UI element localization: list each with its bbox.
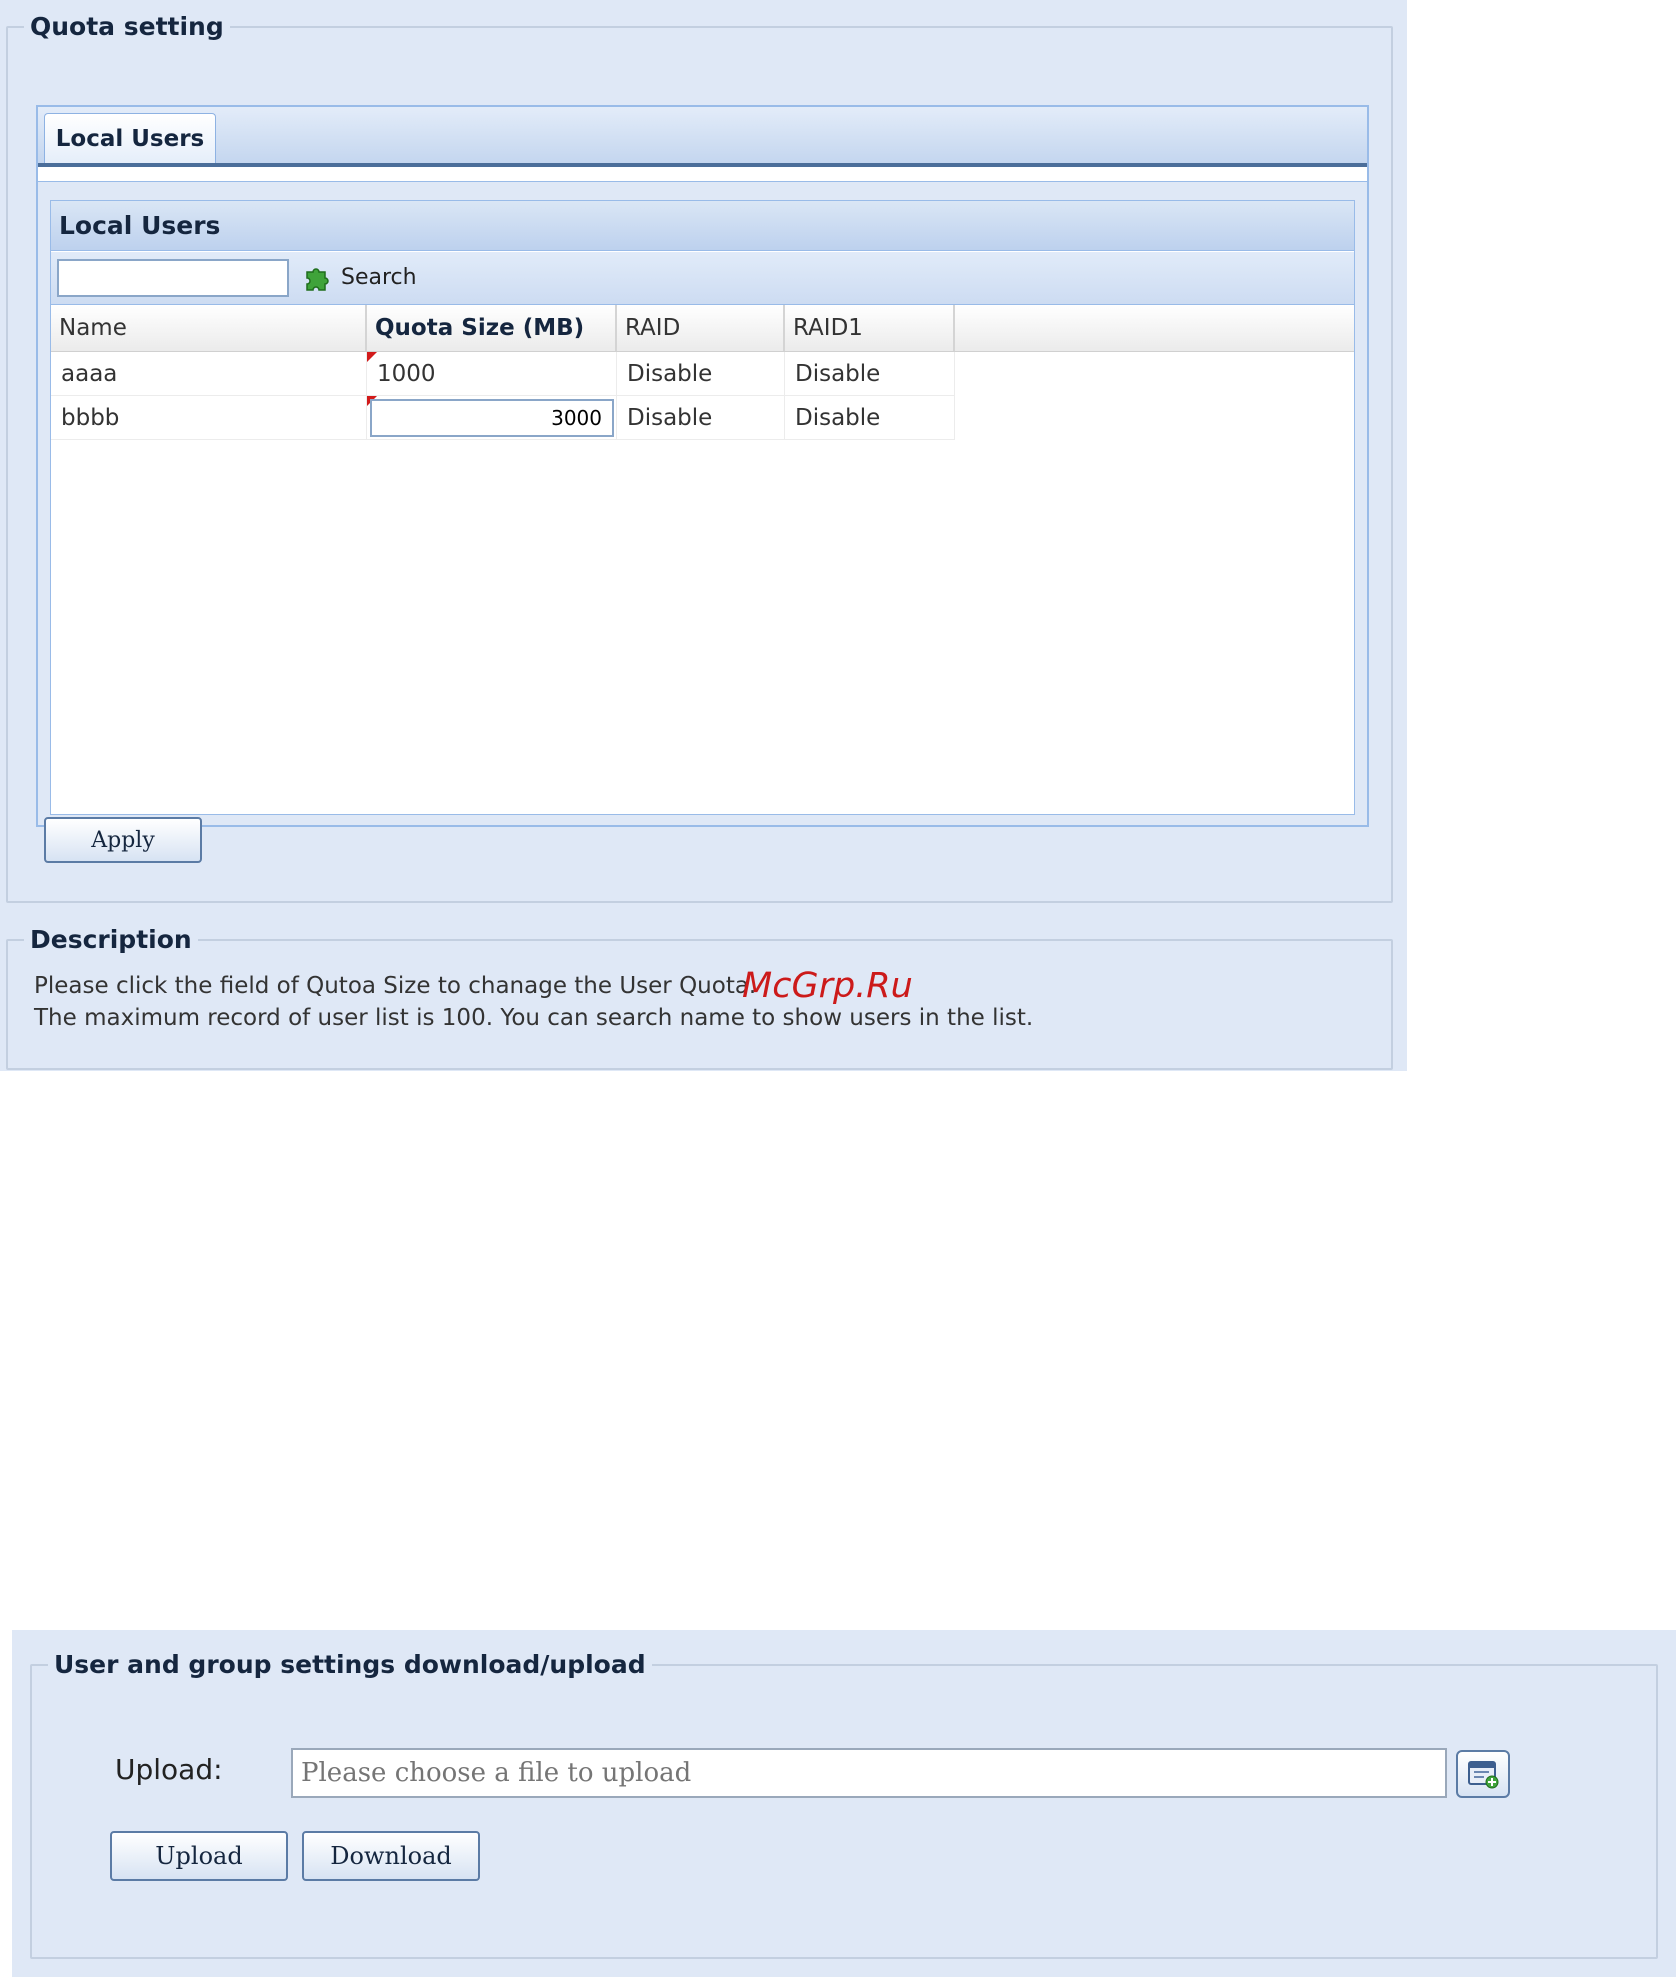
upload-button[interactable]: Upload <box>110 1831 288 1881</box>
user-name-cell: bbbb <box>51 396 367 440</box>
grid-title: Local Users <box>51 201 1354 251</box>
grid-body: aaaa 1000 Disable Disable bbbb Disable D… <box>51 352 1354 440</box>
quota-panel: Quota setting Local Users Local Users Se… <box>0 0 1407 1071</box>
settings-transfer-panel: User and group settings download/upload <box>12 1630 1676 1977</box>
local-users-grid: Local Users Search Name Quota Size (MB) … <box>50 200 1355 815</box>
raid-cell: Disable <box>617 396 785 440</box>
description-line: The maximum record of user list is 100. … <box>34 1005 1034 1031</box>
column-header-quota-size[interactable]: Quota Size (MB) <box>367 305 617 351</box>
apply-button[interactable]: Apply <box>44 817 202 863</box>
quota-size-cell[interactable]: 1000 <box>367 352 617 396</box>
grid-header: Name Quota Size (MB) RAID RAID1 <box>51 305 1354 352</box>
description-legend: Description <box>30 925 192 954</box>
user-name-cell: aaaa <box>51 352 367 396</box>
watermark: McGrp.Ru <box>742 966 913 1006</box>
table-row[interactable]: bbbb Disable Disable <box>51 396 1354 440</box>
raid-cell: Disable <box>617 352 785 396</box>
tab-body-spacer <box>38 167 1367 182</box>
browse-file-icon <box>1468 1761 1499 1789</box>
grid-toolbar: Search <box>51 252 1354 305</box>
quota-size-editor[interactable] <box>370 399 614 437</box>
raid1-cell: Disable <box>785 352 955 396</box>
quota-setting-legend: Quota setting <box>30 12 224 41</box>
search-input[interactable] <box>57 259 289 297</box>
tab-local-users[interactable]: Local Users <box>44 113 216 163</box>
quota-size-cell[interactable] <box>367 396 617 440</box>
search-button-label: Search <box>341 264 417 290</box>
download-button[interactable]: Download <box>302 1831 480 1881</box>
quota-tab-panel: Local Users Local Users Search Name Quot… <box>36 105 1369 827</box>
search-button[interactable]: Search <box>301 257 417 297</box>
column-header-raid1[interactable]: RAID1 <box>785 305 955 351</box>
table-row[interactable]: aaaa 1000 Disable Disable <box>51 352 1354 396</box>
upload-label: Upload: <box>115 1753 223 1786</box>
transfer-legend: User and group settings download/upload <box>54 1650 646 1679</box>
quota-setting-fieldset: Quota setting Local Users Local Users Se… <box>6 12 1393 903</box>
column-header-name[interactable]: Name <box>51 305 367 351</box>
upload-file-field[interactable] <box>291 1748 1447 1798</box>
tab-strip: Local Users <box>38 107 1367 167</box>
raid1-cell: Disable <box>785 396 955 440</box>
transfer-fieldset: User and group settings download/upload <box>30 1650 1658 1959</box>
puzzle-search-icon <box>306 268 329 291</box>
browse-file-button[interactable] <box>1456 1750 1510 1798</box>
column-header-raid[interactable]: RAID <box>617 305 785 351</box>
